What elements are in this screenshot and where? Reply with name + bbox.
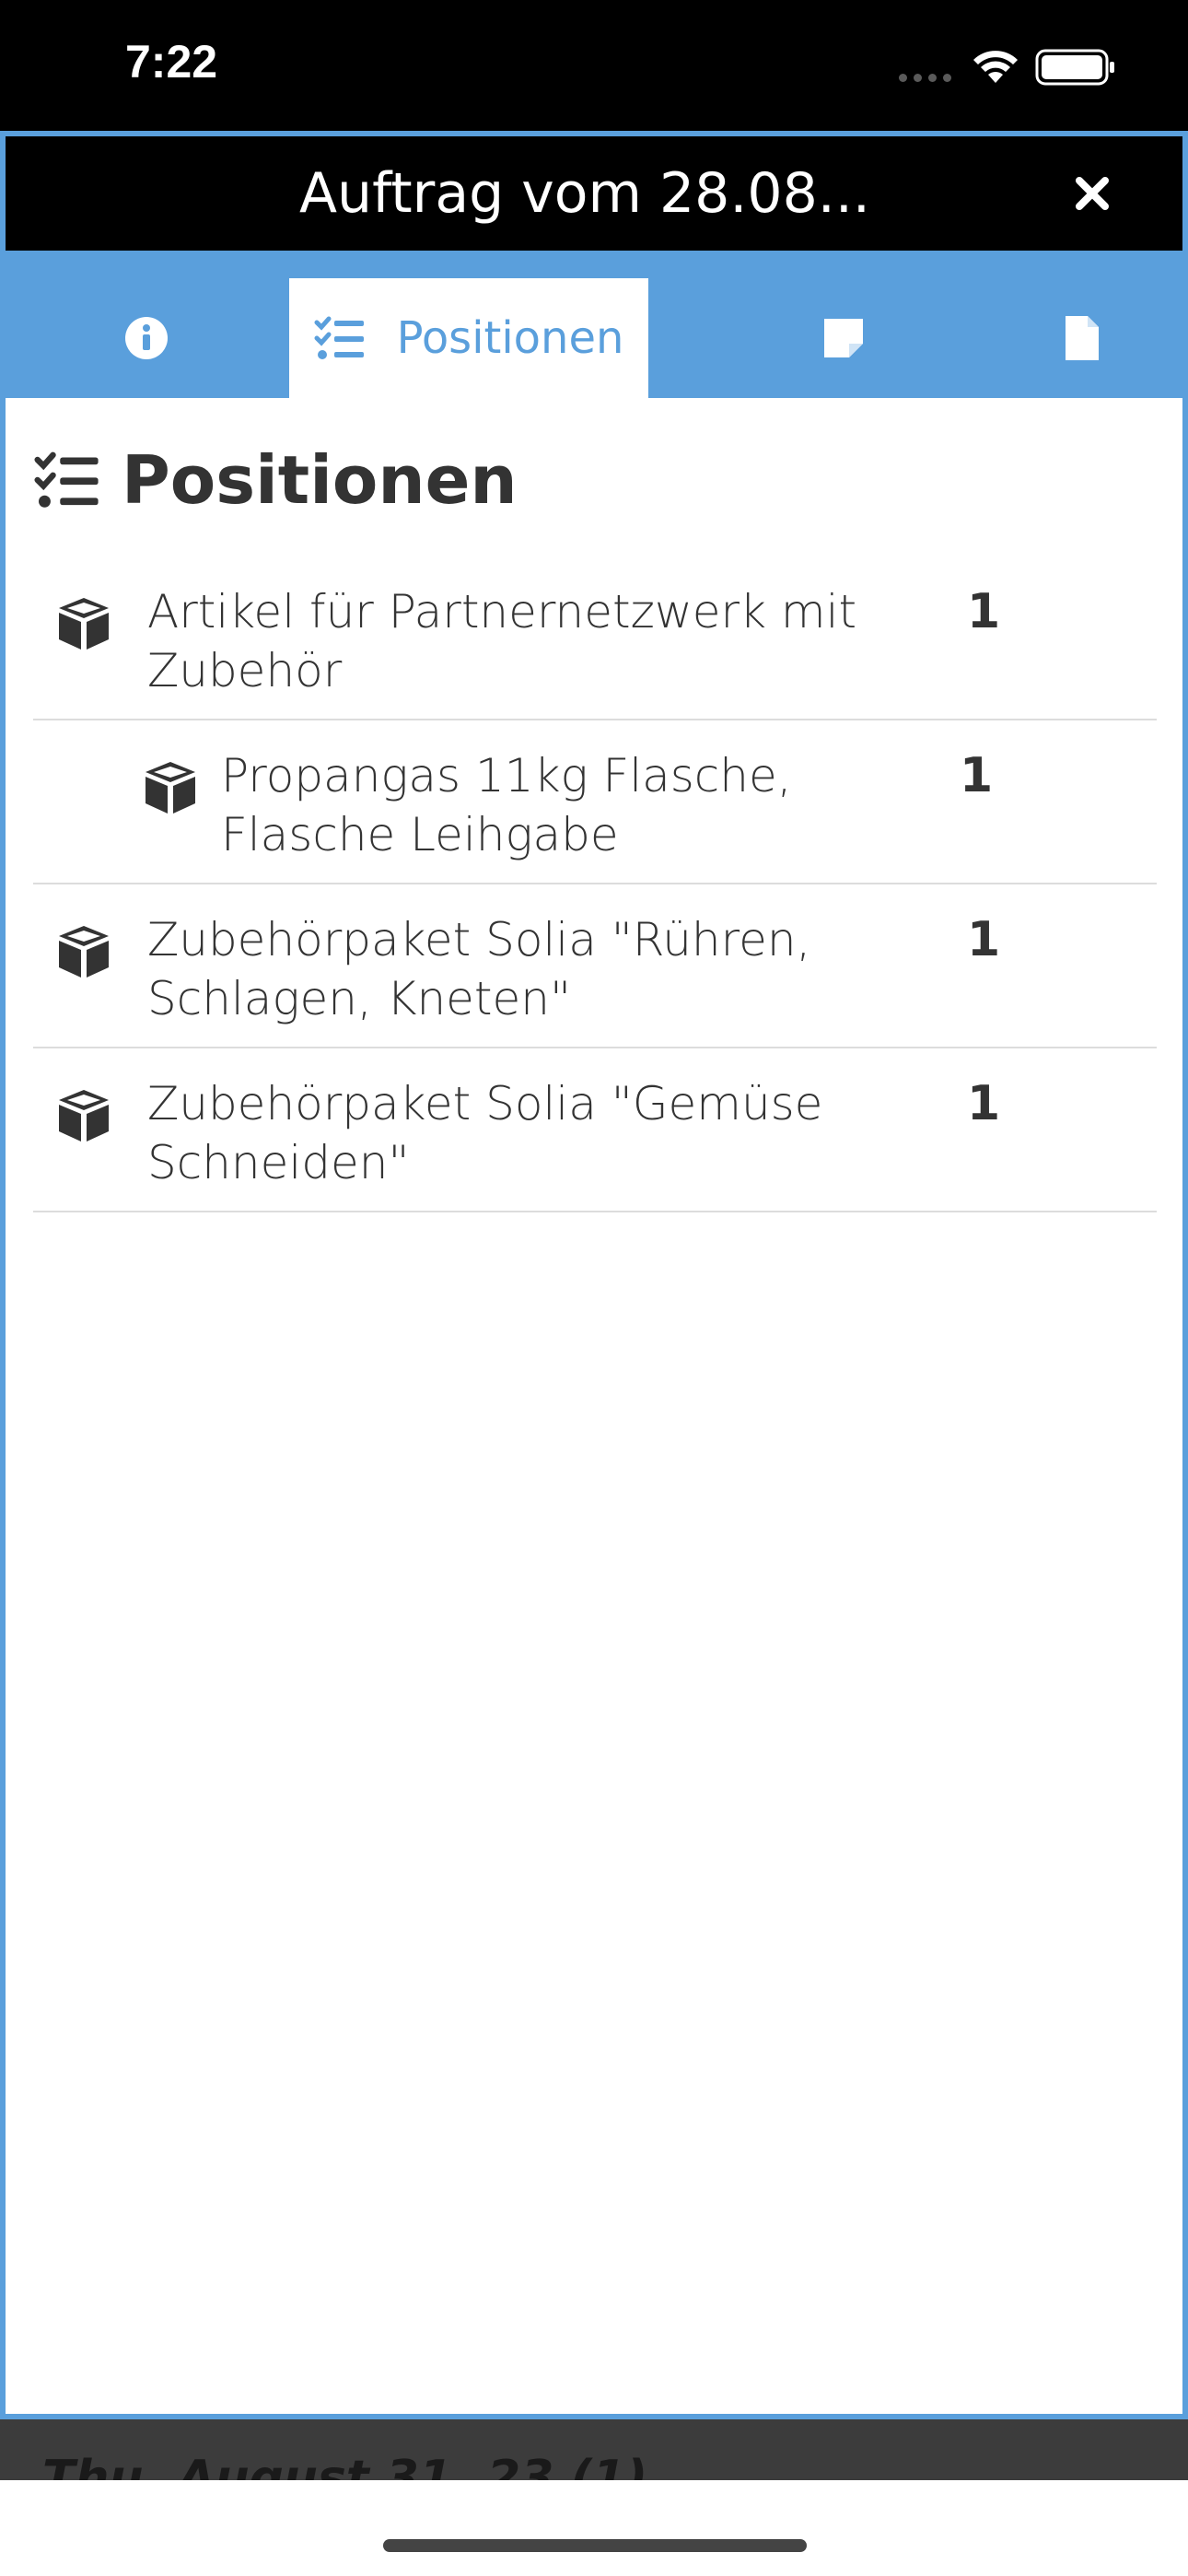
info-circle-icon <box>125 317 168 359</box>
positions-panel: Positionen Artikel für Partnernetzwerk m… <box>6 398 1182 2406</box>
tab-notes[interactable] <box>705 278 982 398</box>
position-quantity: 1 <box>967 912 1001 967</box>
modal-header: Auftrag vom 28.08... <box>6 136 1182 251</box>
home-indicator-area <box>0 2480 1188 2576</box>
section-title: Positionen <box>122 441 518 519</box>
package-icon <box>59 926 109 978</box>
position-row[interactable]: Zubehörpaket Solia "Rühren, Schlagen, Kn… <box>33 884 1157 1048</box>
status-time: 7:22 <box>125 36 218 88</box>
tab-positionen-label: Positionen <box>396 312 624 364</box>
order-modal: Auftrag vom 28.08... Positionen Position… <box>0 131 1188 2419</box>
battery-icon <box>1035 49 1114 86</box>
tab-info[interactable] <box>6 278 287 398</box>
cellular-signal-icon <box>899 74 954 83</box>
tab-bar: Positionen <box>6 251 1182 398</box>
position-name: Zubehörpaket Solia "Gemüse Schneiden" <box>147 1077 823 1189</box>
tab-document[interactable] <box>982 278 1182 398</box>
wifi-icon <box>973 51 1018 83</box>
checklist-icon <box>314 316 364 359</box>
position-name: Artikel für Partnernetzwerk mit Zubehör <box>147 585 857 697</box>
position-name: Propangas 11kg Flasche, Flasche Leihgabe <box>221 749 792 861</box>
checklist-icon <box>34 451 99 508</box>
package-icon <box>59 598 109 650</box>
close-button[interactable] <box>1065 166 1120 221</box>
home-indicator[interactable] <box>383 2539 807 2552</box>
background-list-header: Thu, August 31, 23 (1) <box>0 2419 1188 2480</box>
position-quantity: 1 <box>960 748 994 803</box>
modal-title: Auftrag vom 28.08... <box>299 161 870 226</box>
position-quantity: 1 <box>967 1076 1001 1131</box>
package-icon <box>59 1090 109 1142</box>
position-name: Zubehörpaket Solia "Rühren, Schlagen, Kn… <box>147 913 811 1025</box>
background-date-header: Thu, August 31, 23 (1) <box>42 2451 648 2480</box>
position-row[interactable]: Artikel für Partnernetzwerk mit Zubehör … <box>33 556 1157 720</box>
app-screen: 7:22 Auftrag vom 28.08... Positionen Pos… <box>0 0 1188 2576</box>
sticky-note-icon <box>824 319 863 357</box>
position-quantity: 1 <box>967 584 1001 639</box>
section-header: Positionen <box>33 439 518 521</box>
positions-list: Artikel für Partnernetzwerk mit Zubehör … <box>33 556 1157 1212</box>
status-bar: 7:22 <box>0 0 1188 131</box>
position-row[interactable]: Zubehörpaket Solia "Gemüse Schneiden" 1 <box>33 1048 1157 1212</box>
document-icon <box>1066 316 1099 360</box>
close-icon <box>1076 177 1109 210</box>
position-row[interactable]: Propangas 11kg Flasche, Flasche Leihgabe… <box>33 720 1157 884</box>
package-icon <box>146 762 195 814</box>
tab-positionen[interactable]: Positionen <box>289 278 648 398</box>
